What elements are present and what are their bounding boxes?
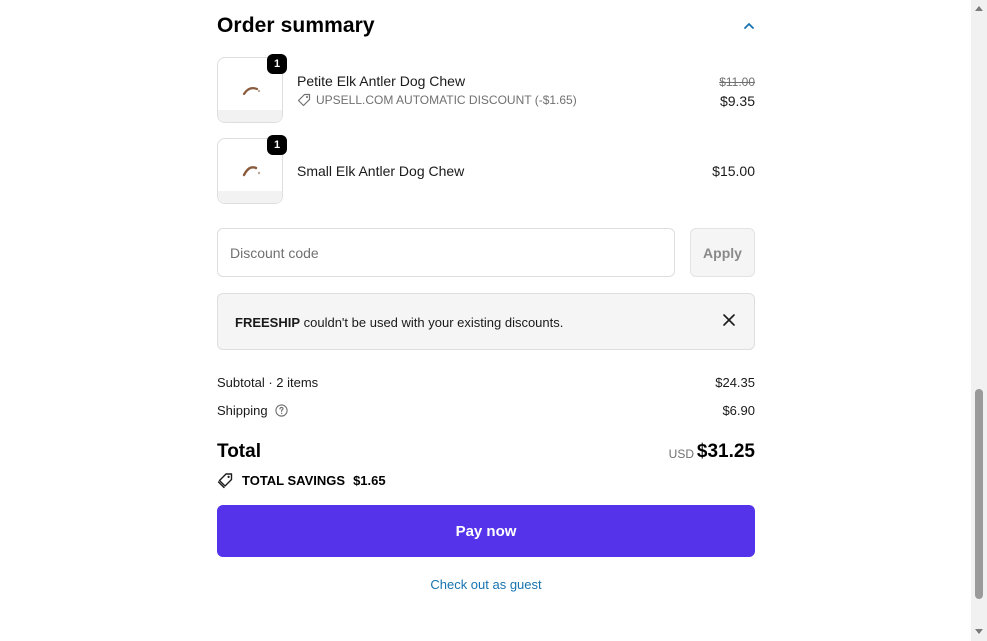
- original-price: $11.00: [719, 75, 755, 89]
- currency-code: USD: [668, 447, 694, 461]
- alert-message: couldn't be used with your existing disc…: [300, 315, 564, 330]
- shipping-row: Shipping $6.90: [217, 403, 755, 418]
- apply-button[interactable]: Apply: [690, 228, 755, 277]
- discount-label: UPSELL.COM AUTOMATIC DISCOUNT (-$1.65): [316, 93, 577, 107]
- total-amount: $31.25: [696, 441, 755, 462]
- shipping-label: Shipping: [217, 403, 268, 418]
- discount-code: FREESHIP: [235, 315, 301, 330]
- savings-value: $1.65: [353, 473, 386, 488]
- shipping-value: $6.90: [722, 403, 755, 418]
- help-icon[interactable]: [275, 404, 288, 417]
- discount-alert: FREESHIP couldn't be used with your exis…: [217, 293, 755, 350]
- product-thumbnail: 1: [217, 135, 287, 204]
- quantity-badge: 1: [267, 135, 287, 155]
- pay-now-button[interactable]: Pay now: [217, 505, 755, 557]
- item-price: $9.35: [719, 93, 755, 109]
- item-name: Small Elk Antler Dog Chew: [297, 163, 465, 179]
- line-item: 1 Petite Elk Antler Dog Chew UPSELL.COM …: [217, 54, 755, 125]
- line-item: 1 Small Elk Antler Dog Chew $15.00: [217, 135, 755, 206]
- close-icon[interactable]: [722, 313, 736, 327]
- total-label: Total: [217, 441, 261, 462]
- subtotal-row: Subtotal · 2 items $24.35: [217, 375, 755, 390]
- item-discount: UPSELL.COM AUTOMATIC DISCOUNT (-$1.65): [297, 93, 577, 107]
- quantity-badge: 1: [267, 54, 287, 74]
- order-summary-title: Order summary: [217, 14, 375, 37]
- antler-image: [242, 87, 261, 96]
- order-summary-panel: Order summary 1 Petite Elk Antler Dog Ch…: [217, 0, 755, 641]
- chevron-up-icon[interactable]: [742, 19, 756, 33]
- product-thumbnail: 1: [217, 54, 287, 123]
- subtotal-label: Subtotal · 2 items: [217, 375, 319, 390]
- savings-label: TOTAL SAVINGS: [242, 473, 346, 488]
- discount-code-input[interactable]: [217, 228, 675, 277]
- antler-image: [242, 166, 261, 177]
- item-name: Petite Elk Antler Dog Chew: [297, 73, 466, 89]
- tags-icon: [217, 473, 233, 489]
- scroll-down-arrow-icon[interactable]: [974, 628, 984, 636]
- item-price: $15.00: [712, 163, 755, 179]
- guest-checkout-link[interactable]: Check out as guest: [217, 577, 755, 592]
- tag-icon: [297, 93, 311, 107]
- scroll-up-arrow-icon[interactable]: [974, 4, 984, 12]
- subtotal-value: $24.35: [715, 375, 755, 390]
- total-savings: TOTAL SAVINGS $1.65: [217, 472, 386, 489]
- scrollbar-thumb[interactable]: [975, 389, 983, 599]
